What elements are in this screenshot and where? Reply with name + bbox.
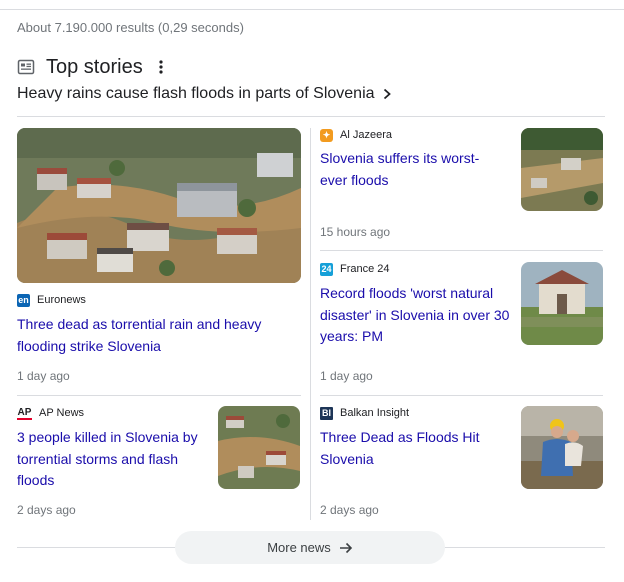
al-jazeera-logo-icon: ✦	[320, 128, 333, 142]
story-time: 1 day ago	[17, 369, 70, 383]
top-divider	[0, 9, 624, 10]
story-title-link[interactable]: Record floods 'worst natural disaster' i…	[320, 283, 510, 348]
newspaper-icon	[17, 58, 35, 76]
source-name: Balkan Insight	[340, 407, 410, 419]
header-divider	[17, 116, 605, 117]
arrow-right-icon	[339, 541, 353, 555]
source-name: Euronews	[37, 294, 86, 306]
chevron-right-icon	[381, 87, 393, 101]
source-name: AP News	[39, 407, 85, 419]
source-name: Al Jazeera	[340, 129, 392, 141]
more-options-icon[interactable]	[156, 58, 166, 76]
section-title: Top stories	[46, 55, 143, 78]
story-image[interactable]	[521, 406, 603, 489]
story-time: 1 day ago	[320, 369, 373, 383]
euronews-logo-icon: en	[17, 293, 30, 307]
story-divider	[17, 395, 301, 396]
more-news-label: More news	[267, 540, 331, 555]
cluster-headline: Heavy rains cause flash floods in parts …	[17, 85, 375, 102]
story-title-link[interactable]: 3 people killed in Slovenia by torrentia…	[17, 427, 202, 492]
story-cluster-link[interactable]: Heavy rains cause flash floods in parts …	[17, 83, 393, 105]
result-stats: About 7.190.000 results (0,29 seconds)	[17, 20, 244, 35]
story-image[interactable]	[17, 128, 301, 283]
story-divider	[320, 395, 603, 396]
story-source: BI Balkan Insight	[320, 405, 409, 421]
story-image[interactable]	[218, 406, 300, 489]
more-news-button[interactable]: More news	[175, 531, 445, 564]
top-stories-header: Top stories	[17, 54, 166, 80]
story-title-link[interactable]: Three dead as torrential rain and heavy …	[17, 314, 297, 357]
story-image[interactable]	[521, 262, 603, 345]
story-title-link[interactable]: Slovenia suffers its worst-ever floods	[320, 148, 505, 191]
story-source: en Euronews	[17, 292, 86, 308]
balkan-insight-logo-icon: BI	[320, 406, 333, 420]
story-source: 24 France 24	[320, 261, 390, 277]
ap-logo-icon: AP	[17, 406, 32, 420]
france24-logo-icon: 24	[320, 262, 333, 276]
story-title-link[interactable]: Three Dead as Floods Hit Slovenia	[320, 427, 510, 470]
story-time: 15 hours ago	[320, 225, 391, 239]
story-divider	[320, 250, 603, 251]
story-source: ✦ Al Jazeera	[320, 127, 392, 143]
story-time: 2 days ago	[320, 503, 379, 517]
source-name: France 24	[340, 263, 390, 275]
story-time: 2 days ago	[17, 503, 76, 517]
story-source: AP AP News	[17, 405, 84, 421]
column-divider	[310, 128, 311, 520]
story-image[interactable]	[521, 128, 603, 211]
